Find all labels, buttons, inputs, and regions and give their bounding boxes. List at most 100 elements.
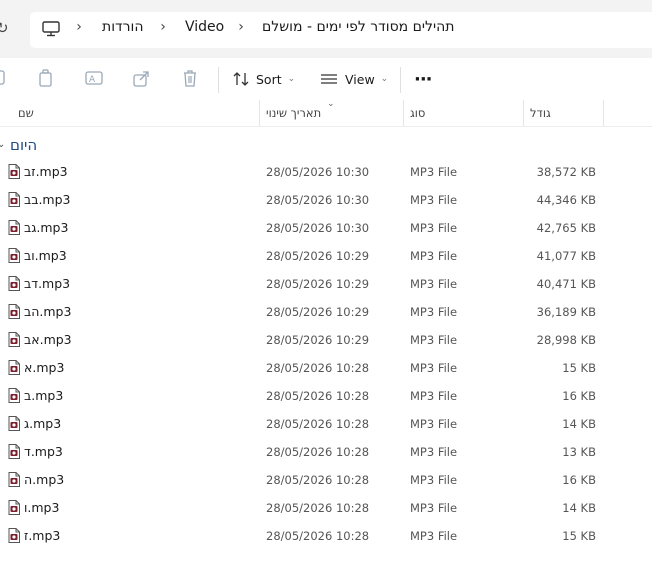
column-divider[interactable] — [603, 100, 604, 126]
file-row[interactable]: בב.mp3 28/05/2026 10:30 MP3 File 44,346 KB — [0, 186, 652, 214]
chevron-down-icon: ⌄ — [380, 74, 389, 84]
file-date-modified: 28/05/2026 10:28 — [266, 445, 370, 459]
file-row[interactable]: ב.mp3 28/05/2026 10:28 MP3 File 16 KB — [0, 382, 652, 410]
file-row[interactable]: ו.mp3 28/05/2026 10:28 MP3 File 14 KB — [0, 494, 652, 522]
file-type: MP3 File — [410, 165, 458, 179]
group-header-today[interactable]: היום — [10, 136, 37, 154]
file-name: ה.mp3 — [24, 472, 65, 487]
cut-icon[interactable] — [0, 68, 12, 88]
file-date-modified: 28/05/2026 10:30 — [266, 193, 370, 207]
file-size: 40,471 KB — [536, 277, 596, 291]
mp3-file-icon — [8, 528, 20, 543]
file-size: 15 KB — [562, 529, 596, 543]
file-row[interactable]: ג.mp3 28/05/2026 10:28 MP3 File 14 KB — [0, 410, 652, 438]
file-date-modified: 28/05/2026 10:28 — [266, 529, 370, 543]
refresh-icon[interactable]: ↻ — [0, 19, 12, 37]
file-type: MP3 File — [410, 417, 458, 431]
file-row[interactable]: דב.mp3 28/05/2026 10:29 MP3 File 40,471 KB — [0, 270, 652, 298]
file-name: אב.mp3 — [24, 332, 72, 347]
file-type: MP3 File — [410, 501, 458, 515]
file-type: MP3 File — [410, 445, 458, 459]
mp3-file-icon — [8, 192, 20, 207]
svg-text:A: A — [89, 75, 96, 85]
column-header-name[interactable]: שם — [18, 106, 34, 120]
column-header-row: שם ⌄ תאריך שינוי סוג גודל — [0, 99, 652, 127]
file-name: ג.mp3 — [24, 416, 62, 431]
sort-button[interactable]: Sort ⌄ — [232, 68, 295, 90]
column-divider[interactable] — [523, 100, 524, 126]
file-name: ד.mp3 — [24, 444, 63, 459]
file-name: הב.mp3 — [24, 304, 72, 319]
mp3-file-icon — [8, 360, 20, 375]
column-header-size[interactable]: גודל — [530, 106, 551, 120]
file-type: MP3 File — [410, 221, 458, 235]
mp3-file-icon — [8, 388, 20, 403]
column-header-type[interactable]: סוג — [410, 106, 425, 120]
breadcrumb-item[interactable]: הורדות — [102, 19, 144, 35]
file-date-modified: 28/05/2026 10:29 — [266, 277, 370, 291]
column-header-date[interactable]: תאריך שינוי — [266, 106, 321, 120]
file-row[interactable]: א.mp3 28/05/2026 10:28 MP3 File 15 KB — [0, 354, 652, 382]
file-name: גב.mp3 — [24, 220, 69, 235]
file-type: MP3 File — [410, 389, 458, 403]
file-size: 16 KB — [562, 389, 596, 403]
file-name: בב.mp3 — [24, 192, 71, 207]
mp3-file-icon — [8, 164, 20, 179]
file-date-modified: 28/05/2026 10:28 — [266, 389, 370, 403]
file-size: 41,077 KB — [536, 249, 596, 263]
file-row[interactable]: אב.mp3 28/05/2026 10:29 MP3 File 28,998 KB — [0, 326, 652, 354]
breadcrumb-item-current[interactable]: תהילים מסודר לפי ימים - מושלם — [262, 19, 455, 35]
file-type: MP3 File — [410, 361, 458, 375]
column-divider[interactable] — [259, 100, 260, 126]
copy-icon[interactable] — [36, 68, 56, 88]
file-name: וב.mp3 — [24, 248, 67, 263]
chevron-down-icon: ⌄ — [287, 74, 296, 84]
file-row[interactable]: ד.mp3 28/05/2026 10:28 MP3 File 13 KB — [0, 438, 652, 466]
file-size: 42,765 KB — [536, 221, 596, 235]
mp3-file-icon — [8, 220, 20, 235]
sort-icon — [233, 72, 249, 86]
share-icon[interactable] — [132, 68, 152, 88]
file-type: MP3 File — [410, 333, 458, 347]
file-size: 44,346 KB — [536, 193, 596, 207]
breadcrumb-item[interactable]: Video — [185, 19, 224, 35]
mp3-file-icon — [8, 304, 20, 319]
file-date-modified: 28/05/2026 10:28 — [266, 473, 370, 487]
mp3-file-icon — [8, 500, 20, 515]
file-row[interactable]: וב.mp3 28/05/2026 10:29 MP3 File 41,077 KB — [0, 242, 652, 270]
file-row[interactable]: זב.mp3 28/05/2026 10:30 MP3 File 38,572 KB — [0, 158, 652, 186]
file-type: MP3 File — [410, 305, 458, 319]
more-options-button[interactable]: ··· — [414, 68, 432, 90]
rename-icon[interactable]: A — [84, 68, 104, 88]
view-button-label: View — [345, 71, 375, 87]
file-name: ו.mp3 — [24, 500, 60, 515]
file-row[interactable]: ה.mp3 28/05/2026 10:28 MP3 File 16 KB — [0, 466, 652, 494]
file-name: דב.mp3 — [24, 276, 71, 291]
sort-caret-icon: ⌄ — [327, 99, 335, 109]
this-pc-icon[interactable] — [42, 21, 60, 37]
delete-icon[interactable] — [180, 68, 200, 88]
file-name: א.mp3 — [24, 360, 65, 375]
file-size: 16 KB — [562, 473, 596, 487]
column-divider[interactable] — [403, 100, 404, 126]
mp3-file-icon — [8, 276, 20, 291]
file-row[interactable]: גב.mp3 28/05/2026 10:30 MP3 File 42,765 KB — [0, 214, 652, 242]
file-size: 14 KB — [562, 417, 596, 431]
breadcrumb-chevron-icon[interactable]: › — [236, 19, 246, 35]
file-date-modified: 28/05/2026 10:29 — [266, 249, 370, 263]
mp3-file-icon — [8, 416, 20, 431]
file-name: זב.mp3 — [24, 164, 68, 179]
mp3-file-icon — [8, 444, 20, 459]
file-size: 36,189 KB — [536, 305, 596, 319]
file-type: MP3 File — [410, 473, 458, 487]
file-type: MP3 File — [410, 277, 458, 291]
file-date-modified: 28/05/2026 10:30 — [266, 165, 370, 179]
breadcrumb-chevron-icon[interactable]: › — [74, 19, 84, 35]
file-size: 28,998 KB — [536, 333, 596, 347]
group-collapse-chevron-icon[interactable]: ⌄ — [0, 139, 5, 150]
file-row[interactable]: הב.mp3 28/05/2026 10:29 MP3 File 36,189 KB — [0, 298, 652, 326]
breadcrumb-chevron-icon[interactable]: › — [158, 19, 168, 35]
file-size: 15 KB — [562, 361, 596, 375]
file-row[interactable]: ז.mp3 28/05/2026 10:28 MP3 File 15 KB — [0, 522, 652, 550]
view-button[interactable]: View ⌄ — [320, 68, 388, 90]
